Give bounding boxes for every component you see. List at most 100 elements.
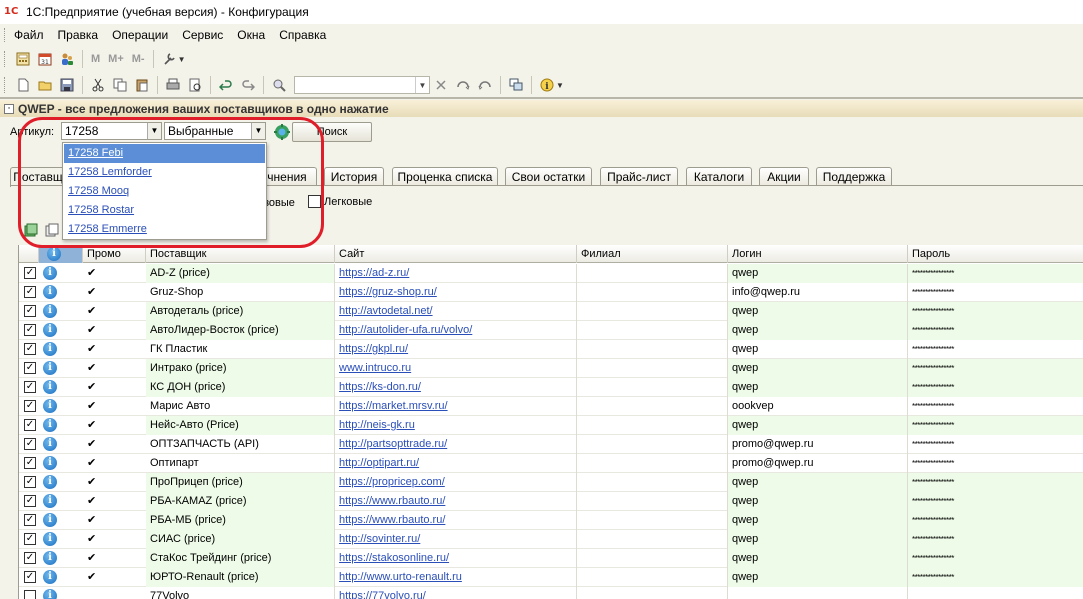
site-link-text[interactable]: https://ks-don.ru/ (339, 381, 421, 393)
row-checkbox[interactable]: ✓ (24, 552, 36, 564)
site-link-text[interactable]: https://market.mrsv.ru/ (339, 400, 448, 412)
site-link[interactable]: http://www.urto-renault.ru (335, 568, 577, 587)
table-row[interactable]: ✓ i ✔ КС ДОН (price) https://ks-don.ru/qwep *… (19, 378, 1083, 397)
row-checkbox[interactable]: ✓ (24, 457, 36, 469)
row-checkbox[interactable]: ✓ (24, 286, 36, 298)
users-icon[interactable] (56, 49, 78, 69)
site-link[interactable]: http://autolider-ufa.ru/volvo/ (335, 321, 577, 340)
row-checkbox[interactable]: ✓ (24, 533, 36, 545)
site-link[interactable]: https://gkpl.ru/ (335, 340, 577, 359)
site-link[interactable]: https://market.mrsv.ru/ (335, 397, 577, 416)
site-link-text[interactable]: http://avtodetal.net/ (339, 305, 433, 317)
site-link[interactable]: https://gruz-shop.ru/ (335, 283, 577, 302)
preview-icon[interactable] (184, 75, 206, 95)
info-icon[interactable]: i (43, 456, 57, 470)
tab-history[interactable]: История (324, 167, 384, 186)
site-link[interactable]: https://ks-don.ru/ (335, 378, 577, 397)
info-icon[interactable]: i (43, 342, 57, 356)
tab-promotions[interactable]: Акции (759, 167, 809, 186)
table-row[interactable]: i 77Volvo https://77volvo.ru/ (19, 587, 1083, 599)
clear-search-icon[interactable] (430, 75, 452, 95)
suggestion-item[interactable]: 17258 Rostar (64, 201, 265, 220)
table-row[interactable]: ✓ i ✔ РБА-МБ (price) https://www.rbauto.ru/q… (19, 511, 1083, 530)
info-icon[interactable]: i (43, 437, 57, 451)
site-link[interactable]: https://ad-z.ru/ (335, 264, 577, 283)
light-vehicles-checkbox[interactable] (308, 195, 321, 208)
info-icon[interactable]: i (43, 361, 57, 375)
undo-icon[interactable] (215, 75, 237, 95)
row-checkbox[interactable]: ✓ (24, 305, 36, 317)
row-checkbox[interactable]: ✓ (24, 267, 36, 279)
info-dropdown-icon[interactable]: ▼ (556, 81, 564, 90)
table-row[interactable]: ✓ i ✔ ЮРТО-Renault (price) http://www.urto-r… (19, 568, 1083, 587)
site-link-text[interactable]: https://gruz-shop.ru/ (339, 286, 437, 298)
site-link[interactable]: http://partsopttrade.ru/ (335, 435, 577, 454)
header-login[interactable]: Логин (728, 245, 908, 263)
header-supplier[interactable]: Поставщик (146, 245, 335, 263)
header-site[interactable]: Сайт (335, 245, 577, 263)
site-link-text[interactable]: http://autolider-ufa.ru/volvo/ (339, 324, 472, 336)
menu-help[interactable]: Справка (279, 28, 326, 42)
site-link-text[interactable]: https://77volvo.ru/ (339, 590, 426, 599)
redo-icon[interactable] (237, 75, 259, 95)
suggestion-item[interactable]: 17258 Mooq (64, 182, 265, 201)
info-icon[interactable]: i (43, 285, 57, 299)
memory-button[interactable]: M (87, 53, 104, 65)
table-row[interactable]: ✓ i ✔ AD-Z (price) https://ad-z.ru/qwep *****… (19, 264, 1083, 283)
copy-list-icon[interactable] (45, 223, 59, 237)
chevron-down-icon[interactable]: ▼ (415, 77, 429, 93)
suggestion-item[interactable]: 17258 Febi (64, 144, 265, 163)
tab-catalogs[interactable]: Каталоги (686, 167, 752, 186)
site-link[interactable]: https://www.rbauto.ru/ (335, 511, 577, 530)
site-link[interactable]: https://propricep.com/ (335, 473, 577, 492)
site-link[interactable]: http://sovinter.ru/ (335, 530, 577, 549)
header-info[interactable]: i (39, 245, 83, 263)
chevron-down-icon[interactable]: ▼ (147, 123, 161, 139)
site-link[interactable]: https://www.rbauto.ru/ (335, 492, 577, 511)
info-icon[interactable]: i (43, 551, 57, 565)
info-icon[interactable]: i (43, 532, 57, 546)
site-link-text[interactable]: http://partsopttrade.ru/ (339, 438, 447, 450)
tab-price-list-check[interactable]: Проценка списка (392, 167, 498, 186)
copy-icon[interactable] (109, 75, 131, 95)
row-checkbox[interactable]: ✓ (24, 495, 36, 507)
table-row[interactable]: ✓ i ✔ Gruz-Shop https://gruz-shop.ru/info@qw… (19, 283, 1083, 302)
site-link-text[interactable]: http://www.urto-renault.ru (339, 571, 462, 583)
wrench-dropdown-icon[interactable]: ▼ (178, 55, 186, 64)
table-row[interactable]: ✓ i ✔ ГК Пластик https://gkpl.ru/qwep *******… (19, 340, 1083, 359)
header-password[interactable]: Пароль (908, 245, 1083, 263)
info-icon[interactable]: i (43, 494, 57, 508)
menu-edit[interactable]: Правка (58, 28, 99, 42)
site-link-text[interactable]: https://stakosonline.ru/ (339, 552, 449, 564)
header-branch[interactable]: Филиал (577, 245, 728, 263)
row-checkbox[interactable]: ✓ (24, 362, 36, 374)
site-link[interactable]: http://optipart.ru/ (335, 454, 577, 473)
site-link-text[interactable]: https://propricep.com/ (339, 476, 445, 488)
info-icon[interactable]: i (43, 266, 57, 280)
info-icon[interactable]: i (43, 418, 57, 432)
table-row[interactable]: ✓ i ✔ РБА-КАМАZ (price) https://www.rbauto.r… (19, 492, 1083, 511)
open-icon[interactable] (34, 75, 56, 95)
search-input[interactable]: ▼ (294, 76, 430, 94)
print-icon[interactable] (162, 75, 184, 95)
row-checkbox[interactable]: ✓ (24, 476, 36, 488)
article-input[interactable]: 17258 ▼ (61, 122, 162, 140)
find-icon[interactable] (268, 75, 290, 95)
site-link[interactable]: www.intruco.ru (335, 359, 577, 378)
info-icon[interactable]: i (536, 75, 558, 95)
refresh-icon[interactable] (24, 223, 38, 237)
table-row[interactable]: ✓ i ✔ Оптипарт http://optipart.ru/promo@qwep… (19, 454, 1083, 473)
info-icon[interactable]: i (43, 323, 57, 337)
table-row[interactable]: ✓ i ✔ ОПТЗАПЧАСТЬ (API) http://partsopttrade… (19, 435, 1083, 454)
paste-icon[interactable] (131, 75, 153, 95)
search-prev-icon[interactable] (474, 75, 496, 95)
settings-gear-icon[interactable] (273, 123, 291, 141)
save-icon[interactable] (56, 75, 78, 95)
table-row[interactable]: ✓ i ✔ СтаКос Трейдинг (price) https://stakos… (19, 549, 1083, 568)
filter-select[interactable]: Выбранные ▼ (164, 122, 266, 140)
table-row[interactable]: ✓ i ✔ СИАС (price) http://sovinter.ru/qwep **… (19, 530, 1083, 549)
menu-operations[interactable]: Операции (112, 28, 168, 42)
search-next-icon[interactable] (452, 75, 474, 95)
info-icon[interactable]: i (43, 589, 57, 599)
row-checkbox[interactable]: ✓ (24, 571, 36, 583)
